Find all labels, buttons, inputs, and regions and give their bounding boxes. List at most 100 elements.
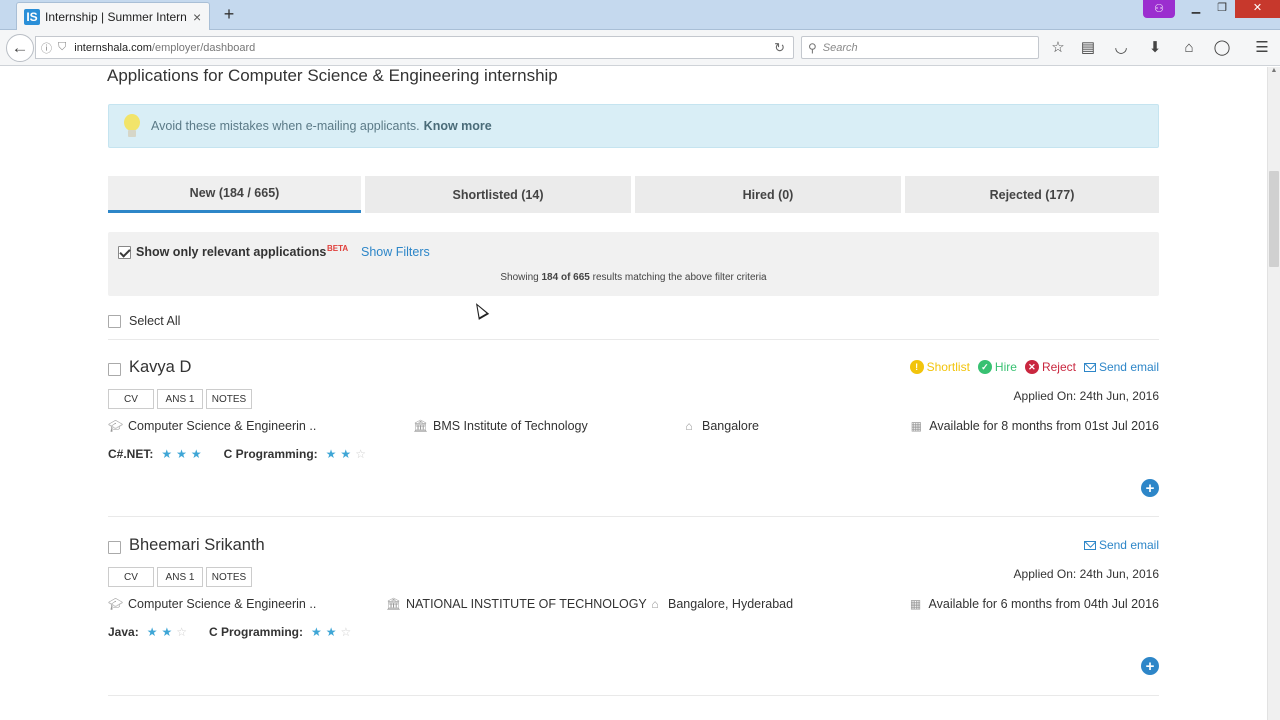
availability-info: ▦ Available for 6 months from 04th Jul 20… xyxy=(909,597,1159,611)
applicant-info: 🎓︎ Computer Science & Engineerin .. 🏛︎ BMS… xyxy=(108,419,1159,437)
applicant-actions: ! Shortlist ✓ Hire ✕ Reject Send email xyxy=(902,360,1159,374)
tab-shortlisted[interactable]: Shortlisted (14) xyxy=(365,176,631,213)
show-filters-link[interactable]: Show Filters xyxy=(361,245,430,259)
reload-icon[interactable]: ↻ xyxy=(774,40,785,56)
reject-button[interactable]: ✕ Reject xyxy=(1024,360,1076,374)
degree: Computer Science & Engineerin .. xyxy=(128,419,317,433)
applicant-card: Kavya D ! Shortlist ✓ Hire ✕ Reject Send em… xyxy=(108,358,1159,508)
skill-name: Java: xyxy=(108,625,139,639)
shortlist-icon: ! xyxy=(909,360,924,374)
calendar-icon: ▦ xyxy=(910,419,922,433)
reject-label: Reject xyxy=(1041,360,1076,374)
applicant-name[interactable]: Kavya D xyxy=(129,358,191,377)
send-email-label: Send email xyxy=(1098,538,1159,552)
applicant-checkbox[interactable] xyxy=(108,363,121,376)
info-alert: Avoid these mistakes when e-mailing appl… xyxy=(108,104,1159,148)
mouse-cursor xyxy=(470,300,490,320)
relevant-applications-label[interactable]: Show only relevant applications xyxy=(136,245,326,259)
skill-rating: ★ ★ ★ xyxy=(157,447,201,461)
college: BMS Institute of Technology xyxy=(433,419,588,433)
mask-icon[interactable]: ⚇ xyxy=(1143,0,1175,18)
filter-panel: Show only relevant applications BETA Sho… xyxy=(108,232,1159,296)
cv-button[interactable]: CV xyxy=(108,389,154,409)
pocket-icon[interactable]: ◡ xyxy=(1111,38,1131,58)
select-all-checkbox[interactable] xyxy=(108,315,121,328)
search-input[interactable]: ⚲ Search xyxy=(801,36,1039,59)
star-filled-icon: ★ xyxy=(311,625,322,639)
skill-name: C Programming: xyxy=(223,447,318,461)
notes-button[interactable]: NOTES xyxy=(206,567,252,587)
relevant-applications-checkbox[interactable] xyxy=(118,246,131,259)
calendar-icon: ▦ xyxy=(909,597,922,611)
close-tab-icon[interactable]: × xyxy=(193,9,201,25)
tab-hired[interactable]: Hired (0) xyxy=(635,176,901,213)
location-info: ⌂ Bangalore, Hyderabad xyxy=(648,597,793,611)
check-icon: ✓ xyxy=(977,360,992,374)
applicant-checkbox[interactable] xyxy=(108,541,121,554)
send-email-button[interactable]: Send email xyxy=(1083,360,1159,374)
notes-button[interactable]: NOTES xyxy=(206,389,252,409)
skills-list: Java: ★ ★ ☆ C Programming: ★ ★ ☆ xyxy=(108,625,373,639)
location: Bangalore, Hyderabad xyxy=(668,597,794,611)
skill-rating: ★ ★ ☆ xyxy=(322,447,366,461)
browser-tab[interactable]: IS Internship | Summer Intern... × xyxy=(16,2,210,30)
home-location-icon: ⌂ xyxy=(685,419,693,433)
hire-button[interactable]: ✓ Hire xyxy=(977,360,1017,374)
skills-list: C#.NET: ★ ★ ★ C Programming: ★ ★ ☆ xyxy=(108,447,388,461)
answer-button[interactable]: ANS 1 xyxy=(157,567,203,587)
mail-icon xyxy=(1083,362,1096,372)
scroll-up-icon[interactable]: ▲ xyxy=(1268,67,1280,79)
star-filled-icon: ★ xyxy=(340,447,352,461)
skill: Java: ★ ★ ☆ xyxy=(108,625,187,639)
divider xyxy=(108,516,1159,517)
star-filled-icon: ★ xyxy=(146,625,158,639)
applicant-actions: Send email xyxy=(1076,538,1159,552)
cv-button[interactable]: CV xyxy=(108,567,154,587)
window-minimize-button[interactable]: ▁ xyxy=(1183,0,1209,18)
answer-button[interactable]: ANS 1 xyxy=(157,389,203,409)
applicant-name[interactable]: Bheemari Srikanth xyxy=(129,536,265,555)
window-maximize-button[interactable]: ❐ xyxy=(1209,0,1235,18)
star-icon[interactable]: ☆ xyxy=(1048,38,1068,58)
tab-rejected[interactable]: Rejected (177) xyxy=(905,176,1159,213)
skill: C Programming: ★ ★ ☆ xyxy=(224,447,366,461)
skill-name: C#.NET: xyxy=(108,447,154,461)
page-title: Applications for Computer Science & Engi… xyxy=(107,66,558,85)
reading-list-icon[interactable]: ▤ xyxy=(1078,38,1098,58)
window-close-button[interactable]: ✕ xyxy=(1235,0,1280,18)
star-filled-icon: ★ xyxy=(161,447,173,461)
url-path: /employer/dashboard xyxy=(151,41,256,54)
send-email-button[interactable]: Send email xyxy=(1083,538,1159,552)
college-info: 🏛︎ NATIONAL INSTITUTE OF TECHNOLOGY xyxy=(386,597,647,611)
hire-label: Hire xyxy=(994,360,1017,374)
info-icon[interactable]: ⓘ xyxy=(41,40,52,56)
select-all-label[interactable]: Select All xyxy=(129,314,180,328)
availability-info: ▦ Available for 8 months from 01st Jul 20… xyxy=(909,419,1159,433)
mail-icon xyxy=(1083,540,1096,550)
url-bar[interactable]: ⓘ ⛉ internshala.com/employer/dashboard ↻ xyxy=(35,36,794,59)
lightbulb-icon xyxy=(123,112,141,140)
page-scrollbar[interactable]: ▲ xyxy=(1267,67,1280,720)
tab-title: Internship | Summer Intern... xyxy=(45,9,187,24)
availability: Available for 6 months from 04th Jul 201… xyxy=(928,597,1159,611)
divider xyxy=(108,695,1159,696)
menu-icon[interactable]: ☰ xyxy=(1252,38,1272,58)
institution-icon: 🏛︎ xyxy=(386,597,402,611)
back-button[interactable]: ← xyxy=(6,34,34,62)
chat-icon[interactable]: ◯ xyxy=(1212,38,1232,58)
know-more-link[interactable]: Know more xyxy=(424,119,492,133)
expand-plus-icon[interactable]: + xyxy=(1141,657,1159,675)
download-icon[interactable]: ⬇ xyxy=(1145,38,1165,58)
browser-tab-bar: IS Internship | Summer Intern... × + ⚇ ▁… xyxy=(0,0,1280,30)
showing-suffix: results matching the above filter criter… xyxy=(592,272,767,283)
skill-rating: ★ ★ ☆ xyxy=(307,625,351,639)
tab-new[interactable]: New (184 / 665) xyxy=(108,176,361,213)
new-tab-button[interactable]: + xyxy=(219,4,239,25)
expand-plus-icon[interactable]: + xyxy=(1141,479,1159,497)
availability: Available for 8 months from 01st Jul 201… xyxy=(929,419,1159,433)
home-icon[interactable]: ⌂ xyxy=(1179,38,1199,58)
skill-name: C Programming: xyxy=(209,625,304,639)
shortlist-button[interactable]: ! Shortlist xyxy=(909,360,970,374)
shield-icon[interactable]: ⛉ xyxy=(58,41,66,54)
scroll-thumb[interactable] xyxy=(1269,171,1279,267)
